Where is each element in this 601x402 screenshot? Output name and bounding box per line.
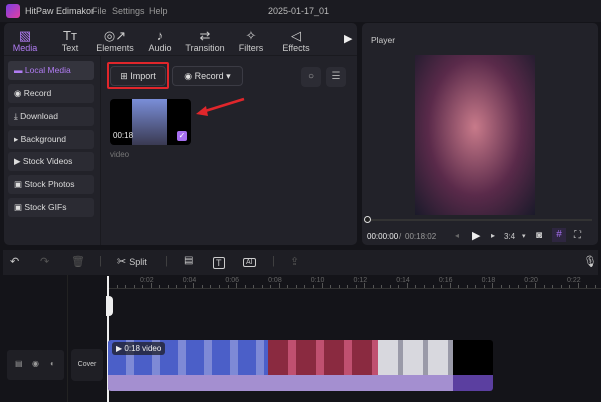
time-separator: / bbox=[399, 232, 402, 241]
next-frame-icon[interactable]: ▸ bbox=[491, 231, 495, 240]
sidebar-item-record[interactable]: ◉ Record bbox=[8, 84, 94, 103]
export-clip-icon[interactable]: ⇪ bbox=[290, 255, 299, 268]
timeline-toolbar bbox=[3, 250, 598, 275]
tab-elements[interactable]: ◎↗ Elements bbox=[93, 28, 137, 53]
playhead-split-handle[interactable] bbox=[106, 296, 113, 316]
record-icon: ◉ bbox=[184, 71, 193, 81]
app-title: HitPaw Edimakor bbox=[25, 6, 95, 16]
track-audio-icon[interactable]: ◐ bbox=[50, 359, 55, 368]
media-icon: ▧ bbox=[18, 28, 32, 43]
import-button[interactable]: ⊞ Import bbox=[110, 66, 166, 86]
ai-tool-icon[interactable]: AI bbox=[243, 258, 256, 267]
record-button[interactable]: ◉ Record ▾ bbox=[172, 66, 243, 86]
divider: | bbox=[165, 255, 168, 267]
current-time: 00:00:00 bbox=[367, 232, 399, 241]
sidebar-item-download[interactable]: ⤓ Download bbox=[8, 107, 94, 126]
sidebar-item-stock-gifs[interactable]: ▣ Stock GIFs bbox=[8, 198, 94, 217]
tab-effects[interactable]: ◁ Effects bbox=[274, 28, 318, 53]
filters-icon: ✧ bbox=[245, 28, 257, 43]
tabs-scroll-right-icon[interactable]: ▶ bbox=[344, 32, 352, 45]
audio-waveform-tail bbox=[453, 375, 493, 391]
arrow-annotation-icon bbox=[196, 97, 245, 116]
app-logo bbox=[6, 4, 20, 18]
clip-label: ▶ 0:18 video bbox=[112, 342, 166, 355]
menu-help[interactable]: Help bbox=[149, 6, 168, 16]
audio-icon: ♪ bbox=[156, 28, 164, 43]
fullscreen-icon[interactable]: ⛶ bbox=[574, 230, 581, 241]
clip-thumbnail-image bbox=[132, 99, 167, 145]
tab-media[interactable]: ▧ Media bbox=[3, 28, 47, 53]
search-icon[interactable]: ○ bbox=[301, 67, 321, 87]
selected-check-icon[interactable]: ✓ bbox=[177, 131, 187, 141]
player-title: Player bbox=[371, 35, 396, 45]
clip-duration: 00:18 bbox=[113, 131, 134, 140]
video-clip[interactable]: ▶ 0:18 video bbox=[108, 340, 493, 391]
text-tool-icon[interactable]: T bbox=[213, 257, 225, 269]
split-button[interactable]: ✂ Split bbox=[117, 255, 147, 268]
tab-text[interactable]: Tт Text bbox=[48, 28, 92, 53]
media-clip-thumbnail[interactable]: 00:18 ✓ bbox=[110, 99, 191, 145]
clip-frames bbox=[268, 340, 378, 375]
chevron-down-icon[interactable]: ▾ bbox=[522, 232, 526, 240]
track-header: ▤ ◉ ◐ bbox=[7, 350, 64, 380]
progress-track[interactable] bbox=[366, 219, 592, 221]
title-bar: HitPaw Edimakor File Settings Help 2025-… bbox=[0, 0, 601, 22]
snapshot-icon[interactable]: ◙ bbox=[536, 230, 542, 241]
sidebar-item-stock-photos[interactable]: ▣ Stock Photos bbox=[8, 175, 94, 194]
tab-filters[interactable]: ✧ Filters bbox=[229, 28, 273, 53]
tab-audio[interactable]: ♪ Audio bbox=[138, 28, 182, 53]
play-icon[interactable]: ▶ bbox=[472, 229, 480, 242]
text-icon: Tт bbox=[63, 28, 77, 43]
clip-name: video bbox=[110, 150, 130, 159]
video-preview bbox=[415, 55, 535, 215]
divider: | bbox=[99, 255, 102, 267]
effects-icon: ◁ bbox=[291, 28, 301, 43]
sidebar-item-local-media[interactable]: ▬ Local Media bbox=[8, 61, 94, 80]
clip-frames bbox=[378, 340, 453, 375]
ruler-baseline bbox=[108, 288, 601, 289]
total-time: 00:18:02 bbox=[405, 232, 437, 241]
divider bbox=[67, 275, 68, 402]
menu-file[interactable]: File bbox=[92, 6, 107, 16]
transition-icon: ⇄ bbox=[199, 28, 211, 43]
menu-settings[interactable]: Settings bbox=[112, 6, 145, 16]
aspect-ratio-select[interactable]: 3:4 bbox=[504, 232, 515, 241]
undo-icon[interactable]: ↶ bbox=[10, 255, 19, 268]
divider: | bbox=[272, 255, 275, 267]
tab-transition[interactable]: ⇄ Transition bbox=[183, 28, 227, 53]
divider bbox=[100, 56, 101, 245]
plus-icon: ⊞ bbox=[120, 71, 128, 81]
elements-icon: ◎↗ bbox=[103, 28, 127, 43]
audio-waveform bbox=[108, 375, 453, 391]
progress-handle[interactable] bbox=[364, 216, 371, 223]
sidebar-item-stock-videos[interactable]: ▶ Stock Videos bbox=[8, 152, 94, 171]
delete-icon[interactable]: 🗑 bbox=[71, 255, 85, 268]
redo-icon[interactable]: ↷ bbox=[40, 255, 49, 268]
play-icon: ▶ bbox=[116, 344, 123, 353]
project-name: 2025-01-17_01 bbox=[268, 6, 330, 16]
track-visibility-icon[interactable]: ◉ bbox=[32, 359, 39, 368]
sidebar-item-background[interactable]: ▸ Background bbox=[8, 130, 94, 149]
prev-frame-icon[interactable]: ◂ bbox=[455, 231, 459, 240]
cover-button[interactable]: Cover bbox=[71, 349, 103, 381]
grid-icon[interactable]: # bbox=[552, 228, 566, 242]
track-lock-icon[interactable]: ▤ bbox=[15, 359, 23, 368]
microphone-icon[interactable]: 🎙 bbox=[583, 255, 597, 268]
sort-icon[interactable]: ☰ bbox=[326, 67, 346, 87]
subtitle-icon[interactable]: ▤ bbox=[184, 255, 193, 266]
